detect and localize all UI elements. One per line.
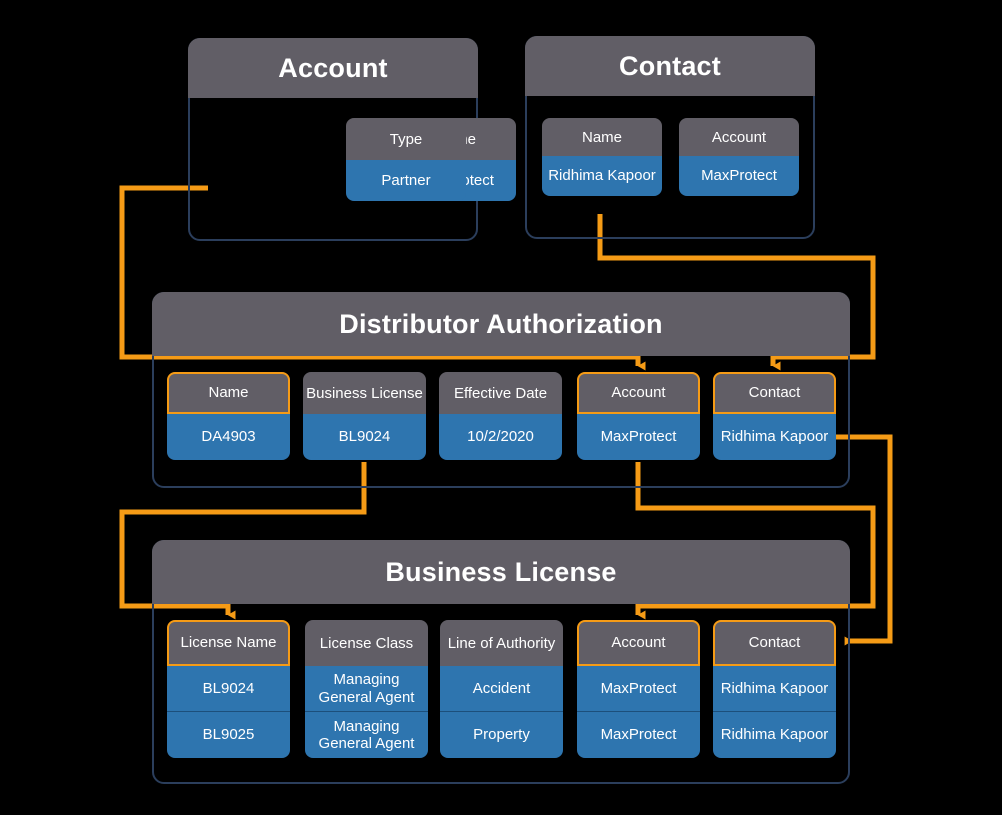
field-account-type[interactable]: Type Partner [346,118,466,201]
field-value: MaxProtect [577,666,700,712]
field-bl-license-name[interactable]: License Name BL9024 BL9025 [167,620,290,758]
field-header-label: Account [577,372,700,414]
field-contact-name[interactable]: Name Ridhima Kapoor [542,118,662,196]
field-value: MaxProtect [577,414,700,460]
field-value: MaxProtect [577,712,700,758]
field-value: Partner [346,160,466,201]
field-value: BL9025 [167,712,290,758]
entity-title-business-license: Business License [152,540,850,604]
field-da-name[interactable]: Name DA4903 [167,372,290,460]
field-bl-line-of-authority[interactable]: Line of Authority Accident Property [440,620,563,758]
field-header-label: Name [542,118,662,156]
field-value: Ridhima Kapoor [542,156,662,196]
field-header-label: Contact [713,620,836,666]
field-value: Ridhima Kapoor [713,414,836,460]
field-header-label: Name [167,372,290,414]
entity-title-contact: Contact [525,36,815,96]
entity-title-distributor-authorization: Distributor Authorization [152,292,850,356]
entity-card-contact[interactable]: Contact Name Ridhima Kapoor Account MaxP… [525,36,815,239]
entity-card-account[interactable]: Account Name MaxProtect Type Partner [188,38,516,241]
field-value: Managing General Agent [305,666,428,712]
entity-card-business-license[interactable]: Business License License Name BL9024 BL9… [152,540,850,784]
field-header-label: Effective Date [439,372,562,414]
field-value: Ridhima Kapoor [713,712,836,758]
field-header-label: Account [577,620,700,666]
field-da-effective-date[interactable]: Effective Date 10/2/2020 [439,372,562,460]
field-header-label: License Class [305,620,428,666]
field-value: Accident [440,666,563,712]
field-value: Property [440,712,563,758]
field-value: MaxProtect [679,156,799,196]
field-value: BL9024 [167,666,290,712]
entity-title-account: Account [188,38,478,98]
field-header-label: Account [679,118,799,156]
field-header-label: Line of Authority [440,620,563,666]
field-value: 10/2/2020 [439,414,562,460]
field-value: Ridhima Kapoor [713,666,836,712]
field-da-contact[interactable]: Contact Ridhima Kapoor [713,372,836,460]
field-header-label: Contact [713,372,836,414]
field-da-account[interactable]: Account MaxProtect [577,372,700,460]
field-value: BL9024 [303,414,426,460]
entity-card-distributor-authorization[interactable]: Distributor Authorization Name DA4903 Bu… [152,292,850,488]
field-value: Managing General Agent [305,712,428,758]
field-contact-account[interactable]: Account MaxProtect [679,118,799,196]
field-bl-license-class[interactable]: License Class Managing General Agent Man… [305,620,428,758]
field-header-label: Business License [303,372,426,414]
field-header-label: License Name [167,620,290,666]
diagram-canvas: Account Name MaxProtect Type Partner Con… [0,0,1002,815]
field-bl-account[interactable]: Account MaxProtect MaxProtect [577,620,700,758]
field-da-business-license[interactable]: Business License BL9024 [303,372,426,460]
field-value: DA4903 [167,414,290,460]
field-header-label: Type [346,118,466,160]
field-bl-contact[interactable]: Contact Ridhima Kapoor Ridhima Kapoor [713,620,836,758]
